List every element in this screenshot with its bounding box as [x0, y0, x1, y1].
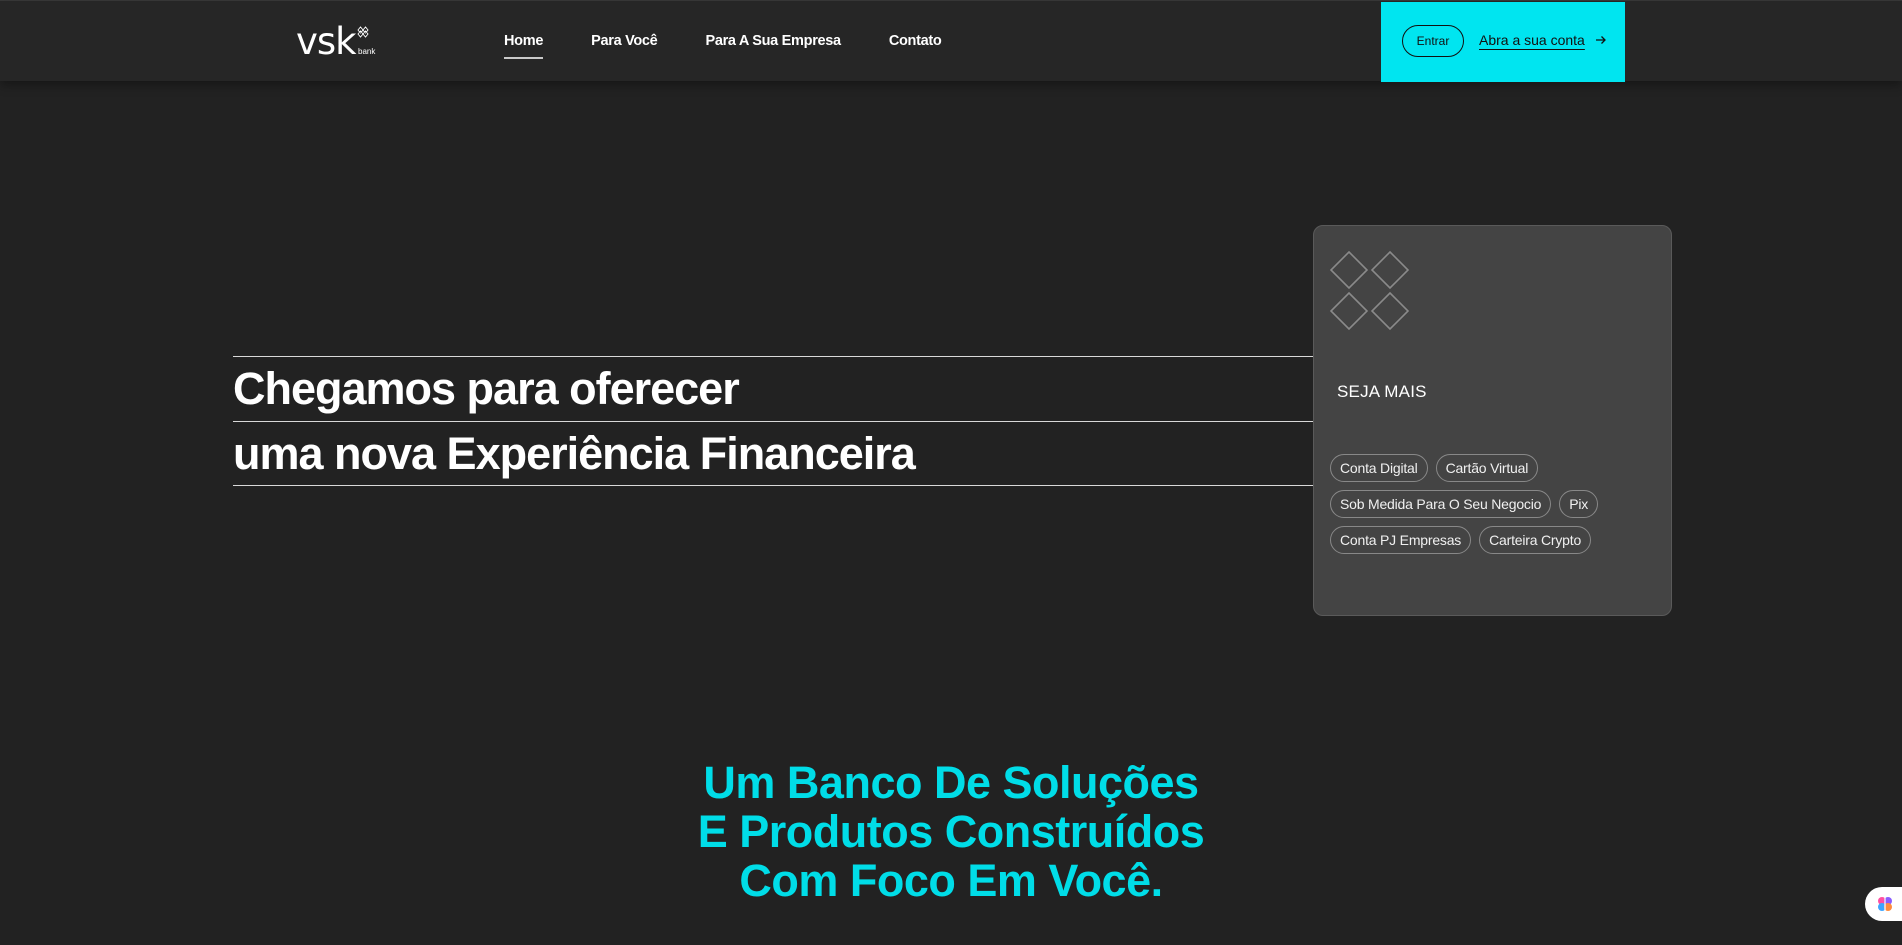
nav-para-voce[interactable]: Para Você [591, 27, 658, 55]
navbar: vsk bank Home Para Você Para A Sua Empre… [0, 1, 1902, 82]
chip-sob-medida[interactable]: Sob Medida Para O Seu Negocio [1330, 490, 1552, 518]
main-nav: Home Para Você Para A Sua Empresa Contat… [504, 1, 942, 81]
chip-pix[interactable]: Pix [1559, 490, 1599, 518]
login-button[interactable]: Entrar [1402, 25, 1464, 57]
solutions-line-1: Um Banco De Soluções [703, 757, 1199, 808]
floating-assistant-button[interactable] [1865, 887, 1902, 921]
chip-carteira-crypto[interactable]: Carteira Crypto [1479, 526, 1592, 554]
logo-wordmark: vsk [296, 20, 357, 63]
hero-divider-bottom [233, 485, 1313, 486]
chip-conta-digital[interactable]: Conta Digital [1330, 454, 1428, 482]
chip-list: Conta Digital Cartão Virtual Sob Medida … [1330, 454, 1660, 562]
chip-conta-pj[interactable]: Conta PJ Empresas [1330, 526, 1472, 554]
hero-title-line-2: uma nova Experiência Financeira [233, 428, 916, 479]
solutions-heading: Um Banco De Soluções E Produtos Construí… [0, 758, 1902, 905]
nav-contato[interactable]: Contato [889, 27, 942, 55]
solutions-line-2: E Produtos Construídos [697, 806, 1205, 857]
double-diamond-icon [1329, 250, 1410, 331]
arrow-right-icon [1595, 36, 1606, 44]
logo[interactable]: vsk bank [296, 23, 386, 63]
card-title: SEJA MAIS [1337, 382, 1427, 401]
solutions-line-3: Com Foco Em Você. [739, 855, 1163, 906]
seja-mais-card: SEJA MAIS Conta Digital Cartão Virtual S… [1313, 225, 1672, 616]
open-account-label: Abra a sua conta [1479, 32, 1585, 48]
logo-subtext: bank [358, 47, 376, 56]
chip-cartao-virtual[interactable]: Cartão Virtual [1435, 454, 1539, 482]
cta-panel: Entrar Abra a sua conta [1381, 2, 1625, 82]
hero-title-line-1: Chegamos para oferecer [233, 363, 740, 414]
logo-diamond-icon [357, 26, 369, 38]
nav-home[interactable]: Home [504, 27, 543, 59]
open-account-link[interactable]: Abra a sua conta [1479, 32, 1607, 48]
brain-icon [1878, 897, 1892, 911]
nav-para-empresa[interactable]: Para A Sua Empresa [705, 27, 841, 55]
